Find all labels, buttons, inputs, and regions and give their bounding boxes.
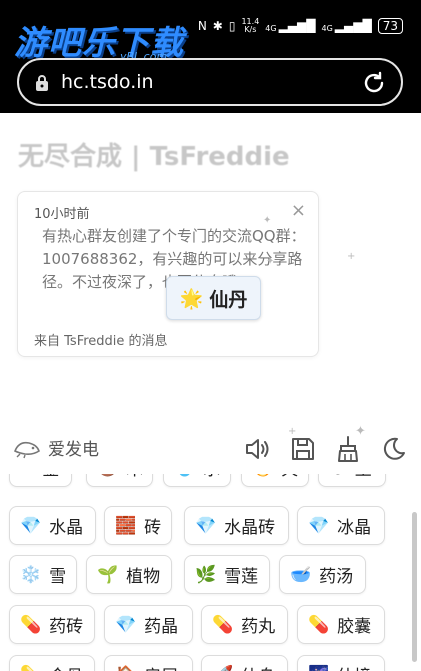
element-chip[interactable]: 🌱 植物 (86, 555, 172, 594)
sparkle-icon: + (347, 251, 356, 262)
element-emoji-icon: 🚀 (212, 665, 233, 671)
element-label: 火 (281, 474, 298, 480)
element-label: 药汤 (319, 567, 354, 587)
status-bar: N ✱ ▯ 11.4 K/s 4G ▂▄▆█ 4G ▂▄▆█ 73 (198, 18, 403, 34)
element-emoji-icon: 🔥 (252, 474, 273, 478)
element-label: 砖 (144, 518, 162, 538)
dark-mode-moon-icon[interactable] (379, 435, 407, 463)
signal-icon: 4G ▂▄▆█ (265, 19, 316, 33)
element-chip[interactable]: 💎 水晶砖 (184, 506, 289, 545)
element-emoji-icon: 💎 (308, 515, 330, 536)
element-label: 仙舟 (241, 662, 275, 671)
element-emoji-icon: 💊 (20, 665, 41, 671)
speed-readout: 11.4 K/s (241, 17, 260, 34)
element-chip[interactable]: ❄️ 雪 (9, 555, 77, 594)
element-label: 木 (126, 474, 143, 480)
element-emoji-icon: 🌌 (308, 665, 329, 671)
screen: 游吧乐下载 yBL.com N ✱ ▯ 11.4 K/s 4G ▂▄▆█ 4G ▂▄… (0, 0, 421, 671)
element-chip[interactable]: 💊 胶囊 (297, 605, 385, 644)
element-label: 药丸 (241, 617, 276, 637)
element-label: 药砖 (49, 617, 84, 637)
element-chip[interactable]: 🌿 雪莲 (184, 555, 270, 594)
element-emoji-icon: 💊 (20, 614, 42, 635)
afdian-link[interactable]: 爱发电 (12, 435, 99, 460)
star-icon: 🌟 (179, 287, 204, 310)
element-chip[interactable]: 🚀 仙舟 (201, 655, 288, 671)
page-title: 无尽合成 | TsFreddie (18, 142, 290, 172)
address-bar[interactable]: hc.tsdo.in (17, 58, 403, 106)
element-chip[interactable]: ⚫金 (9, 474, 72, 487)
element-label: 植物 (126, 567, 161, 587)
notification-time: 10小时前 (34, 207, 90, 222)
grid-scrollbar[interactable] (412, 512, 417, 662)
element-emoji-icon: 🏠 (115, 665, 136, 671)
element-emoji-icon: 🌑 (329, 474, 347, 478)
element-label: 水晶 (49, 518, 84, 538)
url-text[interactable]: hc.tsdo.in (61, 71, 154, 93)
element-emoji-icon: 💊 (308, 614, 330, 635)
element-chip[interactable]: 🌑土 (318, 474, 386, 487)
afdian-logo-icon (13, 441, 40, 458)
battery-indicator: 73 (377, 18, 403, 34)
notification-source: 来自 TsFreddie 的消息 (34, 334, 168, 349)
sparkle-icon: ✦ (263, 215, 272, 226)
element-emoji-icon: 🧱 (115, 515, 137, 536)
element-label: 土 (355, 474, 372, 480)
element-label: 水晶砖 (224, 518, 276, 538)
element-chip[interactable]: 💊 药砖 (9, 605, 95, 644)
element-chip[interactable]: 💧水 (163, 474, 231, 487)
element-chip[interactable]: 🔥火 (241, 474, 309, 487)
element-emoji-icon: 🥣 (290, 564, 312, 585)
volume-icon[interactable] (243, 435, 271, 463)
element-emoji-icon: 💎 (20, 515, 42, 536)
element-label: 水 (203, 474, 220, 480)
broom-clear-icon[interactable] (334, 435, 362, 463)
element-emoji-icon: 💧 (174, 474, 195, 478)
element-chip[interactable]: 🌌 仙境 (297, 655, 385, 671)
element-chip[interactable]: 💊 药丸 (201, 605, 288, 644)
dragged-item-label: 仙丹 (209, 288, 248, 311)
element-emoji-icon: ❄️ (20, 564, 42, 585)
element-chip[interactable]: 🟤木 (86, 474, 153, 487)
element-label: 药晶 (144, 617, 179, 637)
element-label: 金丹 (49, 662, 83, 671)
element-chip[interactable]: 💎 水晶 (9, 506, 96, 545)
element-emoji-icon: ⚫ (20, 474, 34, 478)
save-icon[interactable] (289, 435, 317, 463)
element-chip[interactable]: 💎 冰晶 (297, 506, 385, 545)
element-label: 房屋 (144, 662, 178, 671)
element-emoji-icon: 🌱 (97, 564, 119, 585)
element-emoji-icon: 🟤 (97, 474, 118, 478)
element-label: 雪 (49, 567, 67, 587)
element-chip[interactable]: 🏠 房屋 (104, 655, 193, 671)
element-label: 金 (42, 474, 59, 480)
element-label: 胶囊 (337, 617, 372, 637)
element-emoji-icon: 💎 (115, 614, 137, 635)
element-grid: ⚫金🟤木💧水🔥火🌑土💎水晶🧱砖💎水晶砖💎冰晶❄️雪🌱植物🌿雪莲🥣药汤💊药砖💎药晶… (0, 474, 421, 671)
element-chip[interactable]: 🧱 砖 (104, 506, 172, 545)
lock-icon (36, 75, 48, 91)
afdian-label: 爱发电 (48, 440, 99, 460)
element-label: 冰晶 (337, 518, 372, 538)
element-chip[interactable]: 💎 药晶 (104, 605, 193, 644)
close-icon[interactable]: × (291, 200, 306, 221)
nfc-icon: N (197, 19, 207, 33)
element-chip[interactable]: 💊 金丹 (9, 655, 95, 671)
element-chip[interactable]: 🥣 药汤 (279, 555, 366, 594)
toolbar: 爱发电 (0, 427, 421, 471)
notification-card: 10小时前 × 有热心群友创建了个专门的交流QQ群：1007688362，有兴趣… (17, 191, 319, 357)
sparkle-icon: ✦ (266, 256, 275, 267)
bluetooth-icon: ✱ (212, 19, 223, 33)
signal-icon-2: 4G ▂▄▆█ (321, 19, 372, 33)
element-label: 仙境 (337, 662, 371, 671)
reload-icon[interactable] (361, 70, 387, 96)
element-emoji-icon: 💎 (195, 515, 217, 536)
browser-top-bar: 游吧乐下载 yBL.com N ✱ ▯ 11.4 K/s 4G ▂▄▆█ 4G ▂▄… (0, 0, 421, 113)
dragged-item-xiandan[interactable]: 🌟 仙丹 (166, 276, 261, 320)
vibrate-icon: ▯ (228, 19, 236, 33)
element-label: 雪莲 (224, 567, 259, 587)
element-emoji-icon: 🌿 (195, 564, 217, 585)
element-emoji-icon: 💊 (212, 614, 234, 635)
